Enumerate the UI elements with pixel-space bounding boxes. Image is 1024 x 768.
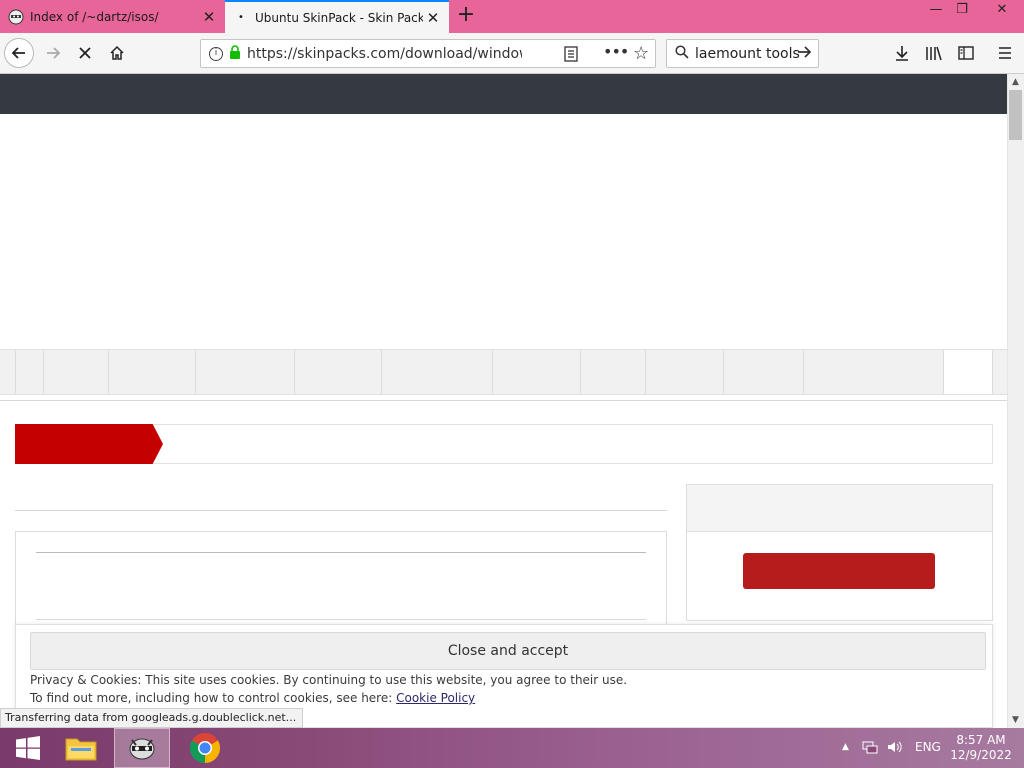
- home-button[interactable]: [102, 38, 132, 68]
- cookie-policy-link[interactable]: Cookie Policy: [396, 691, 475, 705]
- menu-cell[interactable]: [0, 350, 16, 394]
- divider: [0, 400, 1007, 401]
- divider: [15, 510, 667, 511]
- chrome-icon: [189, 733, 221, 763]
- section-heading-tag: [15, 424, 163, 464]
- clock-time: 8:57 AM: [956, 733, 1006, 747]
- menu-cell[interactable]: [16, 350, 44, 394]
- scroll-down-arrow-icon[interactable]: ▼: [1007, 712, 1024, 728]
- cookie-more-info-text: To find out more, including how to contr…: [30, 691, 475, 705]
- new-tab-button[interactable]: +: [453, 4, 479, 28]
- menu-cell[interactable]: [581, 350, 646, 394]
- reader-view-icon[interactable]: [564, 46, 578, 66]
- menu-cell[interactable]: [44, 350, 109, 394]
- language-indicator[interactable]: ENG: [915, 740, 941, 754]
- menu-cell[interactable]: [295, 350, 382, 394]
- status-bar-text: Transferring data from googleads.g.doubl…: [0, 708, 304, 728]
- search-icon: [675, 44, 689, 63]
- menu-cell[interactable]: [493, 350, 581, 394]
- search-go-arrow-icon[interactable]: [796, 44, 812, 64]
- tab-close-icon[interactable]: ✕: [199, 8, 219, 26]
- start-button[interactable]: [0, 728, 56, 768]
- bookmark-star-icon[interactable]: ☆: [633, 43, 649, 64]
- forward-arrow-icon: [47, 47, 61, 59]
- home-icon: [110, 45, 124, 60]
- sidebar-red-button[interactable]: [743, 553, 935, 589]
- chrome-button[interactable]: [177, 728, 233, 768]
- loading-dot-icon: •: [238, 12, 244, 23]
- search-input[interactable]: laemount tools: [695, 46, 800, 62]
- navigation-toolbar: i https://skinpacks.com/download/windows…: [0, 33, 1024, 74]
- scrollbar-thumb[interactable]: [1009, 90, 1022, 140]
- window-close-button[interactable]: ✕: [980, 0, 1024, 22]
- sidebar-widget-header: [687, 485, 992, 532]
- menu-cell[interactable]: [724, 350, 804, 394]
- divider: [36, 552, 646, 553]
- windows-logo-icon: [16, 736, 40, 760]
- taskbar-clock[interactable]: 8:57 AM 12/9/2022: [948, 733, 1014, 763]
- url-bar[interactable]: i https://skinpacks.com/download/windows…: [200, 39, 656, 68]
- library-button[interactable]: [919, 38, 949, 68]
- page-actions-icon[interactable]: •••: [603, 42, 629, 61]
- stop-button[interactable]: [70, 38, 100, 68]
- scroll-up-arrow-icon[interactable]: ▲: [1007, 74, 1024, 90]
- cookie-notice-text: Privacy & Cookies: This site uses cookie…: [30, 673, 628, 687]
- tab-title: Ubuntu SkinPack - Skin Pack Th: [255, 10, 423, 25]
- page-scrollbar[interactable]: [1007, 74, 1024, 728]
- raccoon-app-button[interactable]: [114, 728, 170, 768]
- download-arrow-icon: [896, 46, 908, 61]
- close-and-accept-button[interactable]: Close and accept: [30, 632, 986, 670]
- divider: [36, 619, 646, 620]
- hamburger-menu-icon: [999, 47, 1011, 59]
- forward-button[interactable]: [38, 38, 68, 68]
- browser-tab-bar: Index of /~dartz/isos/ ✕ • Ubuntu SkinPa…: [0, 0, 1024, 33]
- lock-icon: [229, 44, 241, 63]
- clock-date: 12/9/2022: [950, 748, 1012, 762]
- tab-title: Index of /~dartz/isos/: [30, 9, 159, 24]
- menu-cell[interactable]: [109, 350, 196, 394]
- menu-cell[interactable]: [196, 350, 295, 394]
- windows-taskbar: ▲ ENG: [0, 728, 1024, 768]
- file-explorer-button[interactable]: [53, 728, 109, 768]
- url-text: https://skinpacks.com/download/windows-7…: [247, 45, 522, 62]
- network-icon[interactable]: [862, 739, 878, 758]
- sidebar-toggle-button[interactable]: [951, 38, 981, 68]
- folder-icon: [65, 738, 97, 761]
- library-icon: [926, 46, 942, 61]
- menu-search-cell[interactable]: [944, 350, 993, 394]
- volume-icon[interactable]: [886, 739, 902, 758]
- menu-button[interactable]: [990, 38, 1020, 68]
- restore-button[interactable]: ❐: [946, 0, 978, 22]
- raccoon-icon: [129, 738, 155, 760]
- site-menu-strip: [0, 349, 1007, 395]
- stop-x-icon: [79, 47, 91, 59]
- site-header-bar: [0, 74, 1007, 114]
- tab-ubuntu-skinpack[interactable]: • Ubuntu SkinPack - Skin Pack Th ✕: [225, 0, 449, 33]
- menu-cell[interactable]: [646, 350, 724, 394]
- raccoon-favicon-icon: [8, 9, 24, 25]
- downloads-button[interactable]: [887, 38, 917, 68]
- back-arrow-icon: [11, 47, 25, 59]
- search-bar[interactable]: laemount tools: [666, 39, 819, 68]
- sidebar-icon: [958, 46, 974, 60]
- back-button[interactable]: [4, 38, 34, 68]
- menu-cell[interactable]: [382, 350, 493, 394]
- tab-close-icon[interactable]: ✕: [423, 9, 443, 27]
- info-icon[interactable]: i: [209, 46, 223, 61]
- tab-index-of-isos[interactable]: Index of /~dartz/isos/ ✕: [0, 0, 225, 33]
- menu-cell[interactable]: [804, 350, 944, 394]
- cookie-more-info-prefix: To find out more, including how to contr…: [30, 691, 397, 705]
- tray-expand-icon[interactable]: ▲: [842, 742, 849, 752]
